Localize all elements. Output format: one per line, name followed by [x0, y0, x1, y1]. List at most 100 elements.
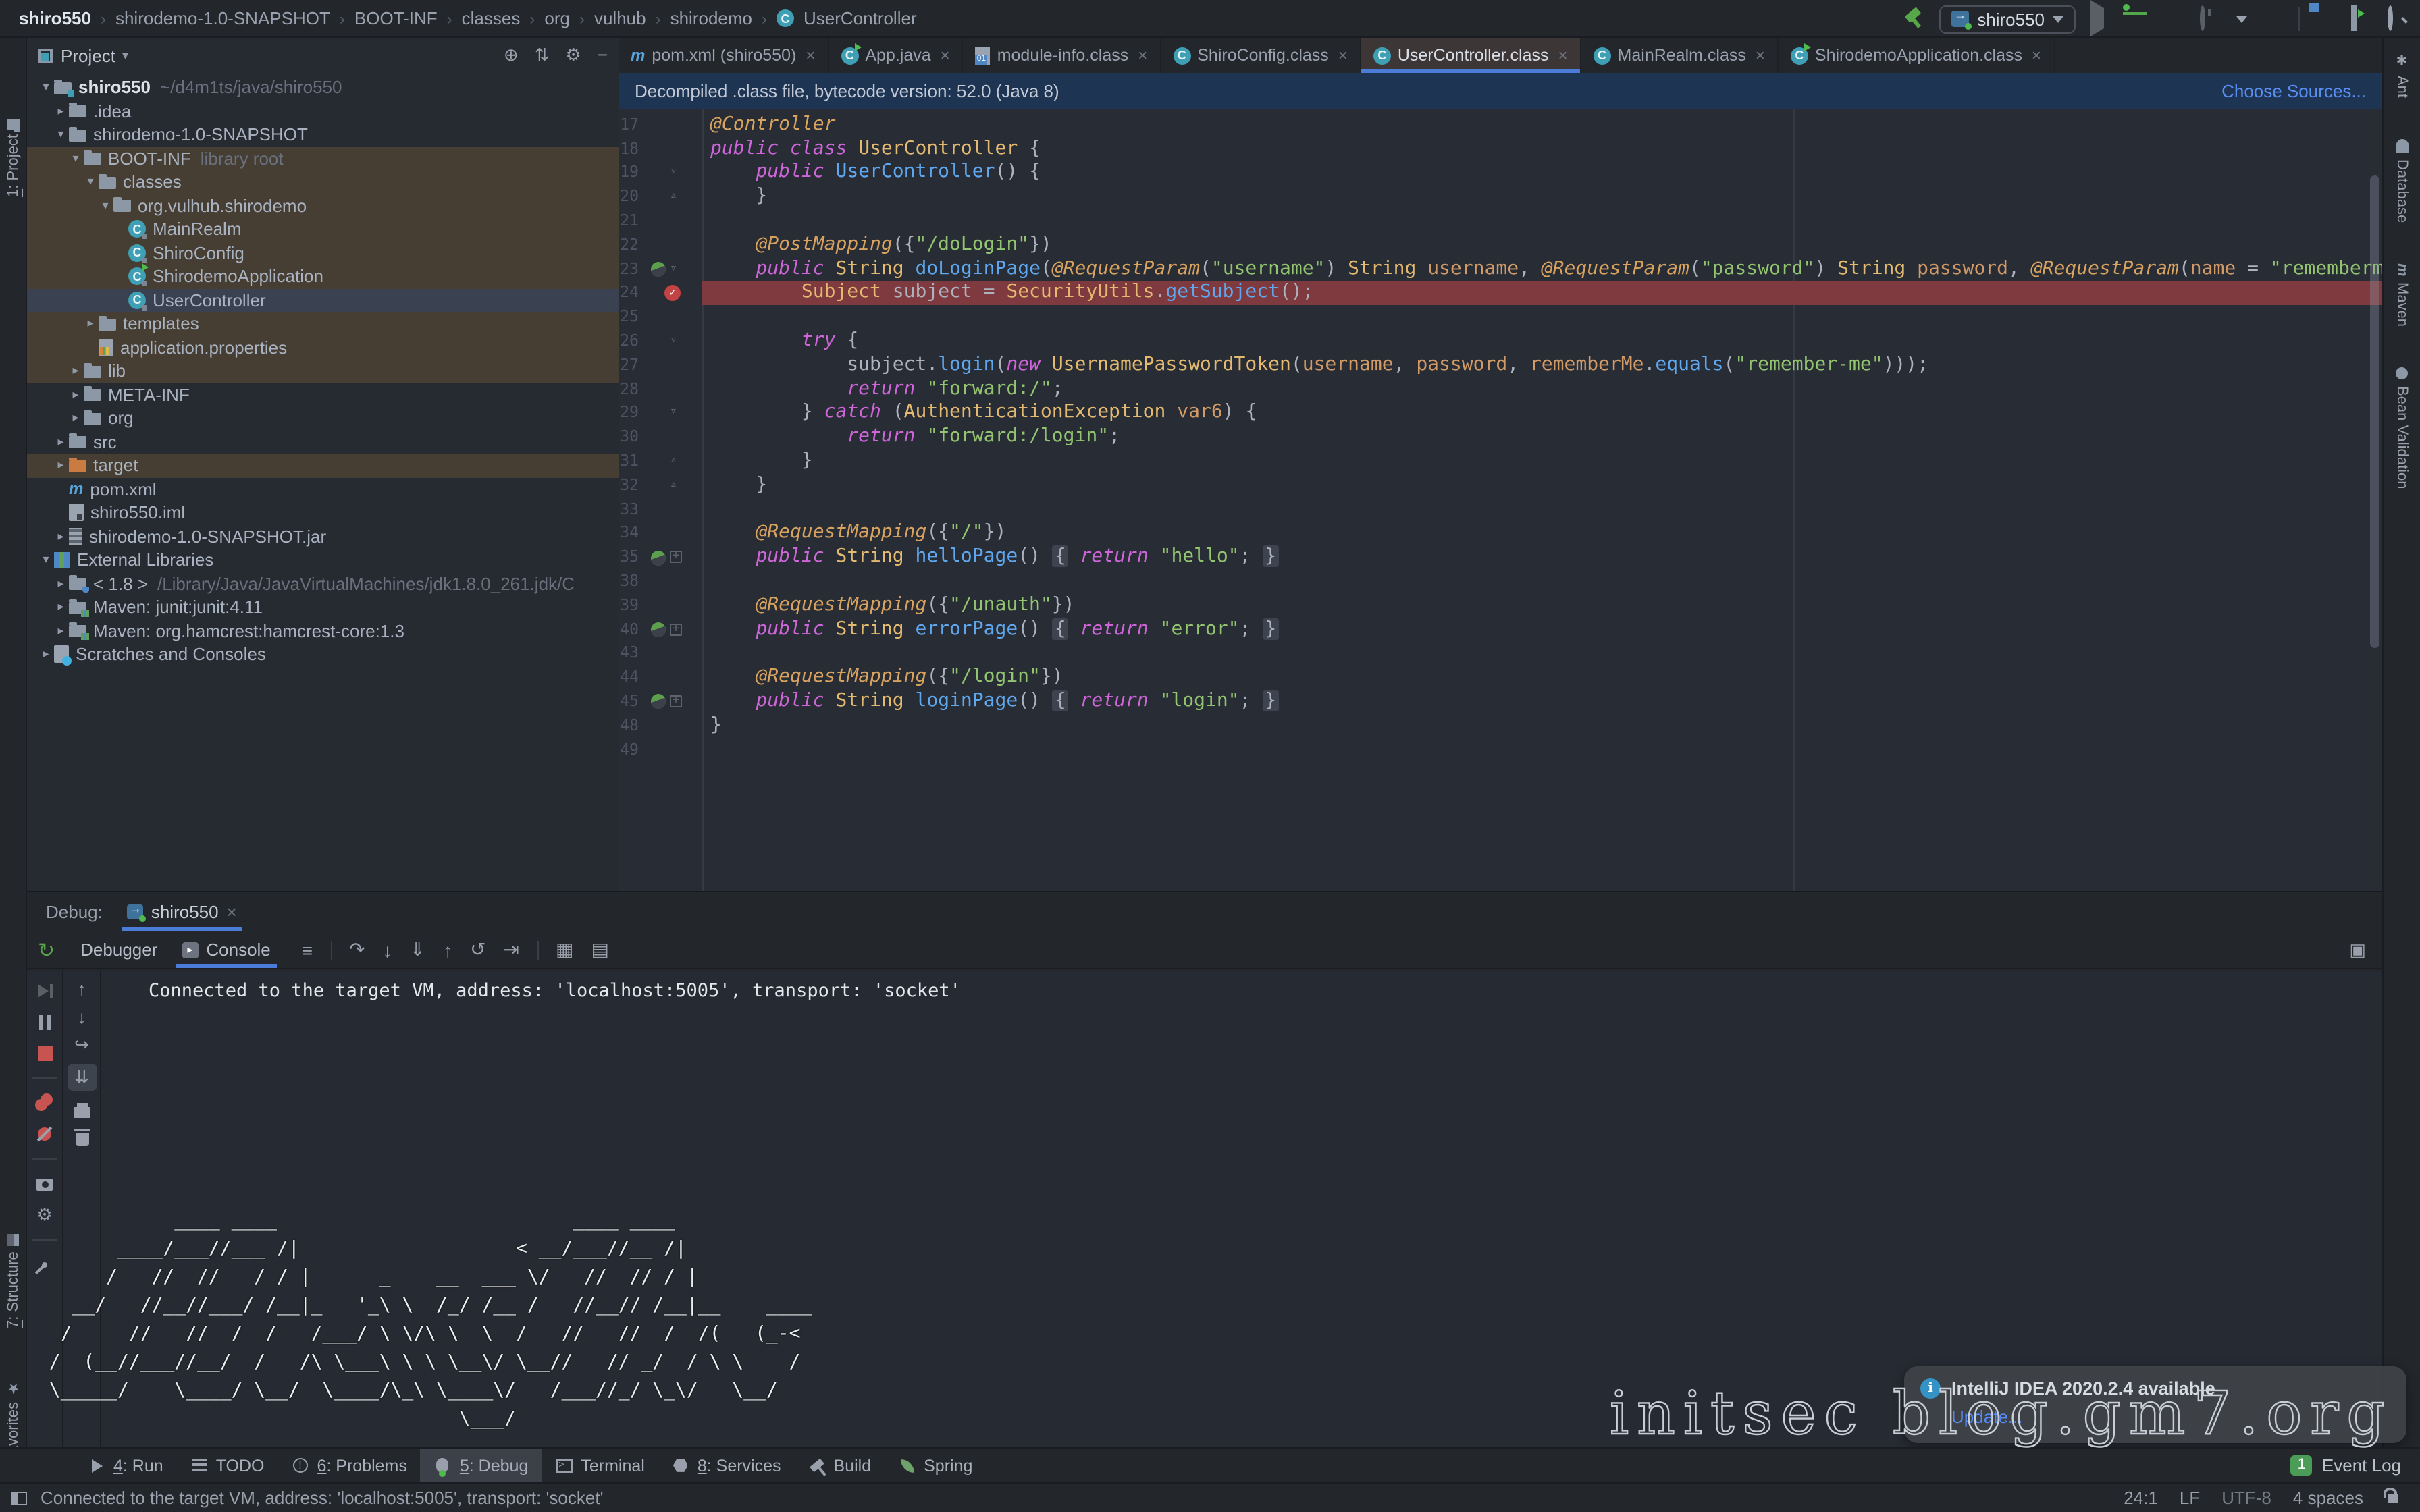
breadcrumb-item[interactable]: shirodemo-1.0-SNAPSHOT	[115, 8, 330, 28]
tree-item-lib[interactable]: ▸lib	[27, 359, 619, 383]
tree-item-templates[interactable]: ▸templates	[27, 312, 619, 335]
tab-console[interactable]: ▸Console	[169, 932, 282, 968]
indent-setting[interactable]: 4 spaces	[2293, 1488, 2363, 1508]
tab-debugger[interactable]: Debugger	[68, 932, 169, 968]
sidebar-item-structure[interactable]: 7: Structure	[0, 1193, 27, 1328]
mute-breakpoints-button[interactable]	[35, 1125, 54, 1143]
tree-item--idea[interactable]: ▸.idea	[27, 99, 619, 123]
tree-chevron-icon[interactable]: ▸	[68, 387, 84, 402]
code-line-38[interactable]: 38	[619, 570, 2382, 594]
tree-item-application-properties[interactable]: application.properties	[27, 335, 619, 359]
tree-item-shiro550[interactable]: ▾shiro550~/d4m1ts/java/shiro550	[27, 76, 619, 99]
code-line-27[interactable]: 27 subject.login(new UsernamePasswordTok…	[619, 354, 2382, 378]
tree-item-shirodemo-1-0-snapshot-jar[interactable]: ▸shirodemo-1.0-SNAPSHOT.jar	[27, 524, 619, 548]
code-line-24[interactable]: 24✓ Subject subject = SecurityUtils.getS…	[619, 281, 2382, 306]
line-number[interactable]: 43	[619, 642, 639, 666]
toolwindow-4-run[interactable]: 4: Run	[74, 1449, 177, 1482]
toolwindow-todo[interactable]: TODO	[177, 1449, 278, 1482]
editor-scrollbar[interactable]	[2370, 176, 2379, 648]
tab-shiroconfig-class[interactable]: CShiroConfig.class×	[1161, 38, 1361, 73]
toolwindow-5-debug[interactable]: 5: Debug	[421, 1449, 542, 1482]
debug-settings-gear-icon[interactable]: ⚙	[35, 1206, 54, 1224]
tree-chevron-icon[interactable]: ▾	[68, 151, 84, 166]
code-line-45[interactable]: 45+ public String loginPage() { return "…	[619, 690, 2382, 714]
trace-settings-icon[interactable]: ▤	[591, 938, 608, 961]
step-out-icon[interactable]: ↑	[443, 939, 452, 961]
line-number[interactable]: 25	[619, 305, 639, 329]
run-configuration-select[interactable]: shiro550	[1939, 5, 2076, 33]
breadcrumb-item[interactable]: shirodemo	[670, 8, 752, 28]
tree-item-classes[interactable]: ▾classes	[27, 170, 619, 194]
force-step-into-icon[interactable]: ⇓	[410, 938, 425, 961]
line-number[interactable]: 21	[619, 209, 639, 234]
tree-chevron-icon[interactable]: ▾	[97, 198, 113, 213]
pin-tab-icon[interactable]	[35, 1256, 54, 1274]
sidebar-item-database[interactable]: Database	[2394, 138, 2410, 222]
close-icon[interactable]: ×	[941, 46, 950, 65]
step-into-icon[interactable]: ↓	[383, 939, 392, 961]
code-line-29[interactable]: 29▿ } catch (AuthenticationException var…	[619, 402, 2382, 426]
tree-item-maven-junit-junit-4-11[interactable]: ▸Maven: junit:junit:4.11	[27, 595, 619, 619]
toolwindow-spring[interactable]: Spring	[885, 1449, 986, 1482]
locate-file-icon[interactable]: ⊕	[504, 45, 519, 66]
gear-icon[interactable]: ⚙	[566, 45, 581, 66]
evaluate-expression-icon[interactable]: ▦	[556, 938, 573, 961]
resume-button[interactable]	[35, 981, 54, 1000]
tree-item-src[interactable]: ▸src	[27, 430, 619, 454]
toolwindow-6-problems[interactable]: !6: Problems	[278, 1449, 420, 1482]
code-line-33[interactable]: 33	[619, 497, 2382, 522]
code-line-21[interactable]: 21	[619, 209, 2382, 234]
close-icon[interactable]: ×	[1756, 46, 1765, 65]
code-line-25[interactable]: 25	[619, 305, 2382, 329]
choose-sources-link[interactable]: Choose Sources...	[2221, 81, 2366, 101]
code-line-34[interactable]: 34 @RequestMapping({"/"})	[619, 522, 2382, 546]
tree-item-meta-inf[interactable]: ▸META-INF	[27, 383, 619, 406]
tree-chevron-icon[interactable]: ▸	[53, 104, 69, 119]
update-link[interactable]: Update...	[1951, 1407, 2390, 1427]
tab-mainrealm-class[interactable]: CMainRealm.class×	[1581, 38, 1779, 73]
tree-item-boot-inf[interactable]: ▾BOOT-INFlibrary root	[27, 146, 619, 170]
breadcrumb-item[interactable]: vulhub	[594, 8, 646, 28]
drop-frame-icon[interactable]: ↺	[470, 938, 485, 961]
run-to-cursor-icon[interactable]: ⇥	[504, 938, 519, 961]
file-encoding[interactable]: UTF-8	[2221, 1488, 2271, 1508]
tab-shirodemoapplication-class[interactable]: CShirodemoApplication.class×	[1779, 38, 2055, 73]
code-line-23[interactable]: 23▿ public String doLoginPage(@RequestPa…	[619, 257, 2382, 281]
close-icon[interactable]: ×	[1138, 46, 1147, 65]
code-line-28[interactable]: 28 return "forward:/";	[619, 377, 2382, 402]
tree-chevron-icon[interactable]: ▸	[53, 576, 69, 591]
tree-item--1-8-[interactable]: ▸< 1.8 >/Library/Java/JavaVirtualMachine…	[27, 572, 619, 595]
project-structure-icon[interactable]	[2315, 8, 2336, 30]
tree-chevron-icon[interactable]: ▸	[68, 411, 84, 426]
event-log-button[interactable]: 1 Event Log	[2291, 1455, 2401, 1476]
code-line-22[interactable]: 22 @PostMapping({"/doLogin"})	[619, 234, 2382, 258]
line-number[interactable]: 38	[619, 570, 639, 594]
close-icon[interactable]: ×	[2032, 46, 2041, 65]
tree-item-shirodemoapplication[interactable]: CShirodemoApplication	[27, 265, 619, 288]
code-line-31[interactable]: 31▵ }	[619, 450, 2382, 474]
line-ending[interactable]: LF	[2180, 1488, 2200, 1508]
tree-item-org-vulhub-shirodemo[interactable]: ▾org.vulhub.shirodemo	[27, 194, 619, 217]
tree-chevron-icon[interactable]: ▸	[53, 600, 69, 615]
code-line-17[interactable]: 17@Controller	[619, 113, 2382, 138]
sort-icon[interactable]: ≡	[302, 939, 313, 961]
view-breakpoints-button[interactable]	[35, 1094, 54, 1112]
code-line-48[interactable]: 48}	[619, 713, 2382, 738]
tree-item-maven-org-hamcrest-hamcrest-core-1-3[interactable]: ▸Maven: org.hamcrest:hamcrest-core:1.3	[27, 619, 619, 643]
soft-wrap-icon[interactable]: ↪	[72, 1035, 91, 1054]
code-editor[interactable]: 1617@Controller18public class UserContro…	[619, 109, 2382, 891]
caret-position[interactable]: 24:1	[2124, 1488, 2158, 1508]
sidebar-item-bean-validation[interactable]: Bean Validation	[2394, 368, 2410, 490]
tree-item-scratches-and-consoles[interactable]: ▸Scratches and Consoles	[27, 643, 619, 666]
tree-chevron-icon[interactable]: ▸	[53, 458, 69, 473]
step-over-icon[interactable]: ↷	[349, 938, 365, 961]
tree-item-target[interactable]: ▸target	[27, 454, 619, 477]
close-icon[interactable]: ×	[1338, 46, 1348, 65]
profiler-button[interactable]	[2200, 8, 2221, 30]
tree-chevron-icon[interactable]: ▾	[53, 128, 69, 142]
tree-chevron-icon[interactable]: ▸	[53, 435, 69, 450]
code-line-40[interactable]: 40+ public String errorPage() { return "…	[619, 618, 2382, 642]
code-line-19[interactable]: 19▿ public UserController() {	[619, 161, 2382, 186]
breadcrumb-item[interactable]: shiro550	[19, 8, 91, 28]
stop-button[interactable]	[2262, 8, 2284, 30]
